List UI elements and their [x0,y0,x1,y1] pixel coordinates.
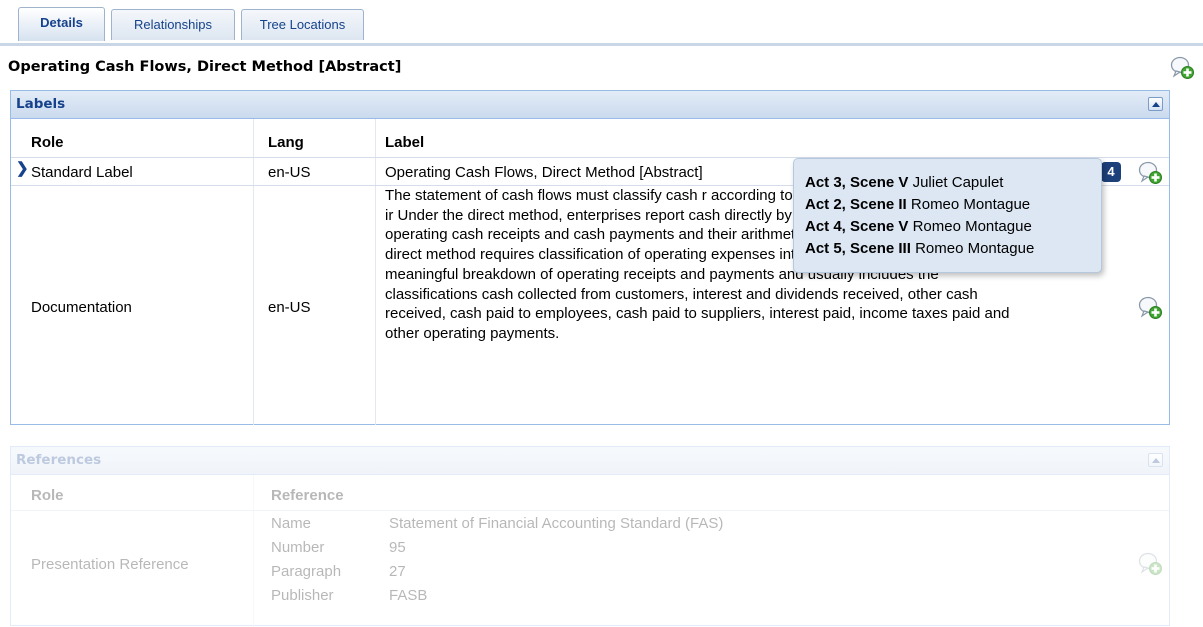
tab-details[interactable]: Details [18,7,105,41]
column-divider [375,119,376,425]
row-label: Operating Cash Flows, Direct Method [Abs… [385,164,703,181]
tooltip-act: Act 3, Scene V [805,174,909,191]
chevron-right-icon: ❯ [16,160,29,177]
column-header-lang: Lang [268,134,304,151]
reference-field-value: FASB [389,587,428,604]
column-divider [253,475,254,627]
references-panel-title: References [16,452,102,468]
row-role: Standard Label [31,164,133,181]
row-lang: en-US [268,299,311,316]
tooltip-entry: Act 4, Scene V Romeo Montague [805,218,1032,235]
reference-field-key: Number [271,539,325,556]
header-divider [11,510,1169,511]
tooltip-act: Act 5, Scene III [805,240,911,257]
chevron-up-icon[interactable] [1148,453,1163,467]
tooltip-act: Act 4, Scene V [805,218,909,235]
references-panel-header: References [11,447,1169,475]
chevron-up-icon[interactable] [1148,97,1163,111]
row-role: Documentation [31,299,132,316]
column-header-label: Label [385,134,425,151]
tooltip-entry: Act 3, Scene V Juliet Capulet [805,174,1003,191]
count-badge[interactable]: 4 [1101,162,1121,182]
labels-panel-header: Labels [11,91,1169,119]
reference-field-value: 27 [389,563,406,580]
tab-relationships[interactable]: Relationships [111,9,235,40]
row-role: Presentation Reference [31,556,189,573]
tooltip-name: Romeo Montague [915,240,1035,257]
comment-add-icon[interactable] [1138,160,1164,186]
tab-underline [0,43,1203,46]
reference-field-key: Paragraph [271,563,342,580]
tab-bar: Details Relationships Tree Locations [0,0,1203,46]
column-header-role: Role [31,134,64,151]
column-divider [253,119,254,425]
comment-add-icon[interactable] [1138,295,1164,321]
tooltip-popup: Act 3, Scene V Juliet Capulet Act 2, Sce… [793,158,1102,273]
reference-field-key: Name [271,515,312,532]
tab-tree-locations[interactable]: Tree Locations [241,9,364,40]
tooltip-act: Act 2, Scene II [805,196,907,213]
tooltip-name: Romeo Montague [910,196,1031,213]
column-header-reference: Reference [271,487,344,504]
tooltip-entry: Act 2, Scene II Romeo Montague [805,196,1030,213]
tooltip-name: Juliet Capulet [912,174,1004,191]
column-header-role: Role [31,487,64,504]
comment-add-icon[interactable] [1170,55,1196,81]
labels-panel-title: Labels [16,96,66,112]
tooltip-entry: Act 5, Scene III Romeo Montague [805,240,1034,257]
references-panel: References Role Reference Presentation R… [10,446,1170,627]
row-lang: en-US [268,164,311,181]
reference-field-key: Publisher [271,587,334,604]
page-title: Operating Cash Flows, Direct Method [Abs… [8,59,402,75]
reference-field-value: 95 [389,539,406,556]
tooltip-name: Romeo Montague [912,218,1032,235]
reference-field-value: Statement of Financial Accounting Standa… [389,515,724,532]
comment-add-icon[interactable] [1138,551,1164,577]
